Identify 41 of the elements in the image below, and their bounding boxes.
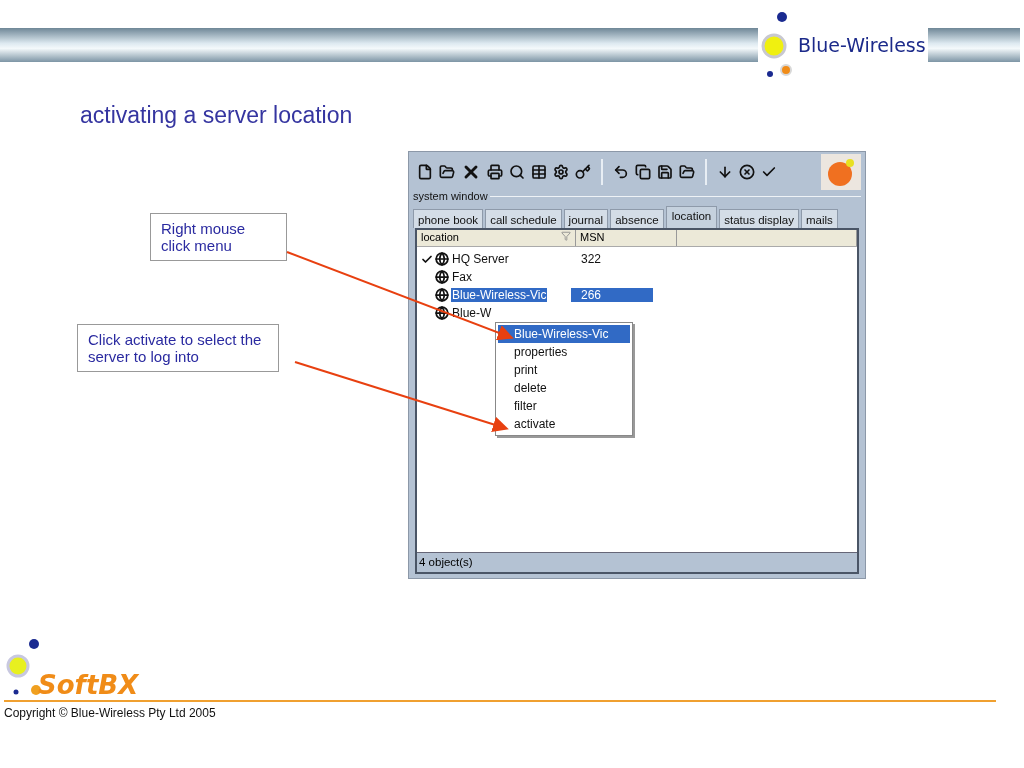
table-cell-text: 322 <box>580 252 603 266</box>
column-header[interactable]: location <box>417 230 576 246</box>
table-cell[interactable]: HQ Server <box>451 252 510 266</box>
key-icon[interactable] <box>575 164 591 180</box>
copyright-text: Copyright © Blue-Wireless Pty Ltd 2005 <box>4 706 217 720</box>
table-cell[interactable]: Blue-Wireless-Vic <box>451 288 548 302</box>
arrow-down-icon[interactable] <box>717 164 733 180</box>
tab[interactable]: absence <box>610 209 664 228</box>
status-bar: 4 object(s) <box>417 552 857 572</box>
tab[interactable]: call schedule <box>485 209 562 228</box>
tab[interactable]: mails <box>800 209 838 228</box>
table-cell: 266 <box>571 288 653 302</box>
cancel-icon[interactable] <box>739 164 755 180</box>
globe-icon <box>435 288 449 302</box>
callout-box: Click activate to select the server to log into <box>77 324 279 372</box>
search-icon[interactable] <box>509 164 525 180</box>
save-icon[interactable] <box>657 164 673 180</box>
printer-icon[interactable] <box>487 164 503 180</box>
group-label: system window <box>413 190 488 202</box>
globe-icon <box>435 306 449 320</box>
folder-icon[interactable] <box>439 164 455 180</box>
callout-box: Right mouse click menu <box>150 213 287 261</box>
tab[interactable]: status display <box>719 209 799 228</box>
table-cell[interactable]: Fax <box>451 270 473 284</box>
copy-icon[interactable] <box>635 164 651 180</box>
table-icon[interactable] <box>531 164 547 180</box>
globe-icon <box>435 270 449 284</box>
column-header[interactable]: MSN <box>576 230 677 246</box>
folder-icon[interactable] <box>679 164 695 180</box>
logo-text: Blue-Wireless <box>798 34 926 56</box>
tab[interactable]: location <box>665 206 718 228</box>
globe-icon <box>435 252 449 266</box>
tab[interactable]: journal <box>563 209 609 228</box>
slide-title: activating a server location <box>80 102 354 129</box>
undo-icon[interactable] <box>613 164 629 180</box>
table-cell[interactable]: Blue-W <box>451 306 493 320</box>
tab[interactable]: phone book <box>413 209 484 228</box>
menu-item[interactable]: Blue-Wireless-Vic <box>498 325 630 343</box>
new-file-icon[interactable] <box>417 164 433 180</box>
settings-icon[interactable] <box>553 164 569 180</box>
logo-text: SoftBX <box>38 670 139 700</box>
